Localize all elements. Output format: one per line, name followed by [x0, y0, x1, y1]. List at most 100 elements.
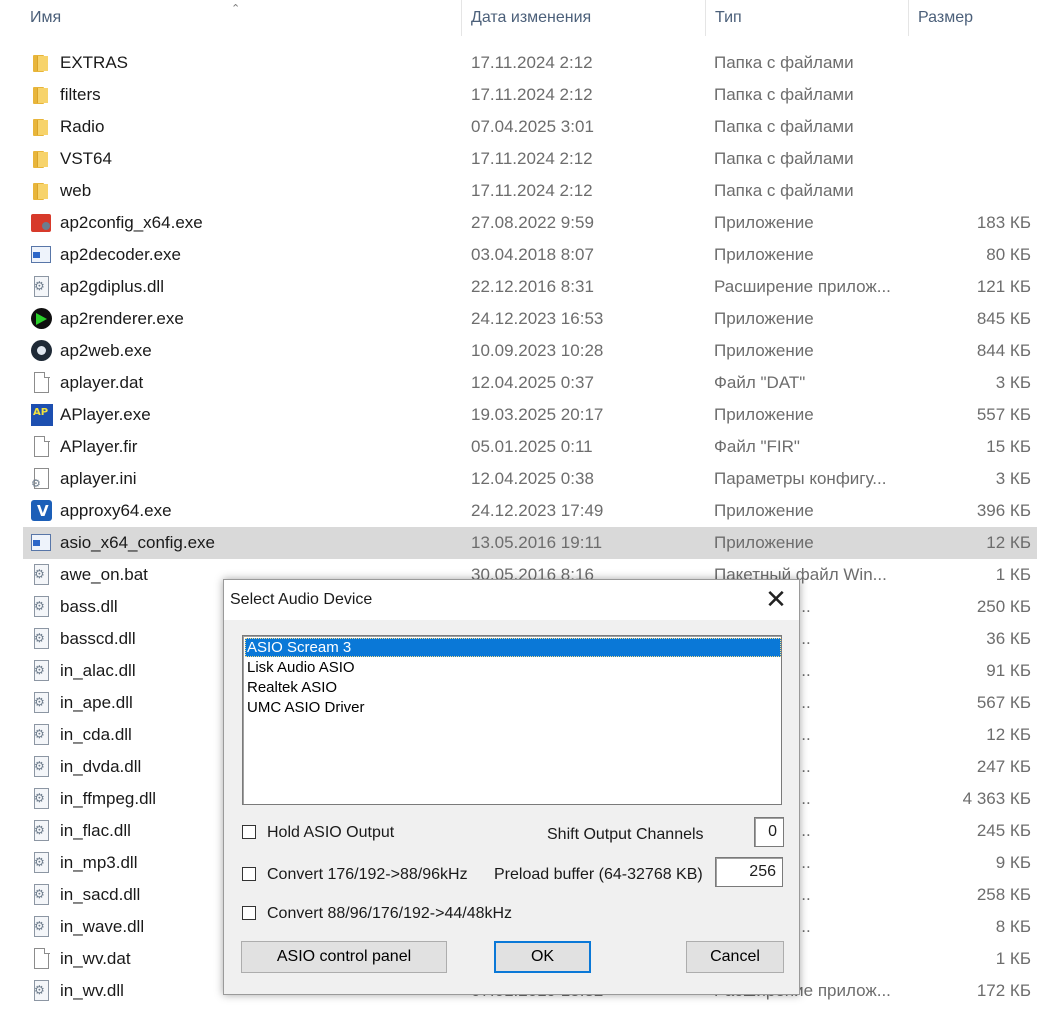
file-name: filters: [60, 85, 101, 104]
device-list-item[interactable]: Realtek ASIO: [245, 678, 781, 697]
file-date: 19.03.2025 20:17: [471, 405, 604, 424]
file-date: 10.09.2023 10:28: [471, 341, 604, 360]
file-size: 3 КБ: [995, 469, 1031, 488]
dll-icon: [31, 692, 53, 714]
device-list-item[interactable]: Lisk Audio ASIO: [245, 658, 781, 677]
file-row[interactable]: Radio 07.04.2025 3:01 Папка с файлами: [23, 111, 1037, 143]
application-icon: [31, 532, 53, 554]
file-name: Radio: [60, 117, 105, 136]
column-header-bar: Имя ⌃ Дата изменения Тип Размер: [0, 0, 1058, 36]
hold-asio-output-label: Hold ASIO Output: [267, 824, 395, 841]
file-name: approxy64.exe: [60, 501, 172, 520]
file-name: in_wv.dll: [60, 981, 124, 1000]
device-list-item[interactable]: UMC ASIO Driver: [245, 698, 781, 717]
file-row[interactable]: aplayer.ini 12.04.2025 0:38 Параметры конф…: [23, 463, 1037, 495]
dll-icon: [31, 820, 53, 842]
folder-icon: [31, 84, 53, 106]
ok-button[interactable]: OK: [494, 941, 591, 973]
select-audio-device-dialog: Select Audio Device ✕ ASIO Scream 3 Lisk …: [223, 579, 800, 995]
application-icon: [31, 244, 53, 266]
file-row[interactable]: ap2web.exe 10.09.2023 10:28 Приложение 844 …: [23, 335, 1037, 367]
file-row[interactable]: ap2decoder.exe 03.04.2018 8:07 Приложение 8…: [23, 239, 1037, 271]
file-date: 17.11.2024 2:12: [471, 181, 593, 200]
file-name: EXTRAS: [60, 53, 129, 72]
settings-file-icon: [31, 468, 53, 490]
dll-icon: [31, 884, 53, 906]
file-type: Файл "DAT": [714, 373, 806, 392]
aplayer-icon: [31, 404, 53, 426]
cancel-button[interactable]: Cancel: [686, 941, 784, 973]
file-type: Папка с файлами: [714, 53, 854, 72]
column-header-name[interactable]: Имя ⌃: [0, 0, 461, 36]
file-type: Приложение: [714, 309, 814, 328]
checkbox-box[interactable]: [242, 825, 256, 839]
file-row[interactable]: ap2renderer.exe 24.12.2023 16:53 Приложени…: [23, 303, 1037, 335]
file-name: in_ape.dll: [60, 693, 133, 712]
dll-icon: [31, 756, 53, 778]
dialog-titlebar[interactable]: Select Audio Device ✕: [224, 580, 799, 620]
file-date: 05.01.2025 0:11: [471, 437, 593, 456]
file-size: 844 КБ: [976, 341, 1031, 360]
file-size: 250 КБ: [976, 597, 1031, 616]
checkbox-box[interactable]: [242, 906, 256, 920]
file-size: 9 КБ: [995, 853, 1031, 872]
file-row[interactable]: aplayer.dat 12.04.2025 0:37 Файл "DAT" 3 КБ: [23, 367, 1037, 399]
column-header-type[interactable]: Тип: [705, 0, 907, 36]
file-type: Файл "FIR": [714, 437, 800, 456]
file-row[interactable]: web 17.11.2024 2:12 Папка с файлами: [23, 175, 1037, 207]
column-header-date[interactable]: Дата изменения: [461, 0, 704, 36]
file-date: 13.05.2016 19:11: [471, 533, 603, 552]
preload-buffer-input[interactable]: 256: [715, 857, 783, 887]
file-name: in_alac.dll: [60, 661, 136, 680]
file-name: ap2gdiplus.dll: [60, 277, 164, 296]
file-type: Приложение: [714, 533, 814, 552]
asio-control-panel-button[interactable]: ASIO control panel: [241, 941, 447, 973]
file-row[interactable]: asio_x64_config.exe 13.05.2016 19:11 Прило…: [23, 527, 1037, 559]
file-date: 24.12.2023 17:49: [471, 501, 604, 520]
close-button[interactable]: ✕: [753, 580, 799, 620]
file-row[interactable]: EXTRAS 17.11.2024 2:12 Папка с файлами: [23, 47, 1037, 79]
file-row[interactable]: VST64 17.11.2024 2:12 Папка с файлами: [23, 143, 1037, 175]
device-list-item[interactable]: ASIO Scream 3: [245, 638, 781, 657]
dll-icon: [31, 276, 53, 298]
dll-icon: [31, 660, 53, 682]
column-header-size[interactable]: Размер: [908, 0, 1058, 36]
file-row[interactable]: ap2gdiplus.dll 22.12.2016 8:31 Расширение …: [23, 271, 1037, 303]
dll-icon: [31, 628, 53, 650]
v-app-icon: [31, 500, 53, 522]
file-name: in_dvda.dll: [60, 757, 142, 776]
file-date: 24.12.2023 16:53: [471, 309, 604, 328]
file-name: ap2decoder.exe: [60, 245, 181, 264]
file-row[interactable]: filters 17.11.2024 2:12 Папка с файлами: [23, 79, 1037, 111]
file-date: 17.11.2024 2:12: [471, 85, 593, 104]
file-size: 3 КБ: [995, 373, 1031, 392]
file-row[interactable]: approxy64.exe 24.12.2023 17:49 Приложение 3…: [23, 495, 1037, 527]
column-date-label: Дата изменения: [471, 9, 592, 26]
file-row[interactable]: APlayer.fir 05.01.2025 0:11 Файл "FIR" 15 К…: [23, 431, 1037, 463]
folder-icon: [31, 180, 53, 202]
file-size: 247 КБ: [976, 757, 1031, 776]
file-name: bass.dll: [60, 597, 118, 616]
column-size-label: Размер: [918, 9, 973, 26]
file-size: 80 КБ: [986, 245, 1031, 264]
file-row[interactable]: ap2config_x64.exe 27.08.2022 9:59 Приложен…: [23, 207, 1037, 239]
file-name: in_mp3.dll: [60, 853, 138, 872]
shift-output-channels-input[interactable]: 0: [754, 817, 784, 847]
file-size: 121 КБ: [976, 277, 1031, 296]
file-size: 557 КБ: [976, 405, 1031, 424]
ap2config-icon: [31, 212, 53, 234]
file-size: 245 КБ: [976, 821, 1031, 840]
file-type: Папка с файлами: [714, 149, 854, 168]
file-type: Приложение: [714, 405, 814, 424]
file-name: ap2config_x64.exe: [60, 213, 203, 232]
dll-icon: [31, 788, 53, 810]
audio-device-list[interactable]: ASIO Scream 3 Lisk Audio ASIO Realtek ASIO…: [242, 635, 782, 805]
file-row[interactable]: APlayer.exe 19.03.2025 20:17 Приложение 557…: [23, 399, 1037, 431]
file-date: 17.11.2024 2:12: [471, 53, 593, 72]
file-name: in_wave.dll: [60, 917, 145, 936]
file-size: 12 КБ: [986, 725, 1031, 744]
file-name: awe_on.bat: [60, 565, 148, 584]
checkbox-box[interactable]: [242, 867, 256, 881]
file-name: aplayer.dat: [60, 373, 144, 392]
document-icon: [31, 436, 53, 458]
